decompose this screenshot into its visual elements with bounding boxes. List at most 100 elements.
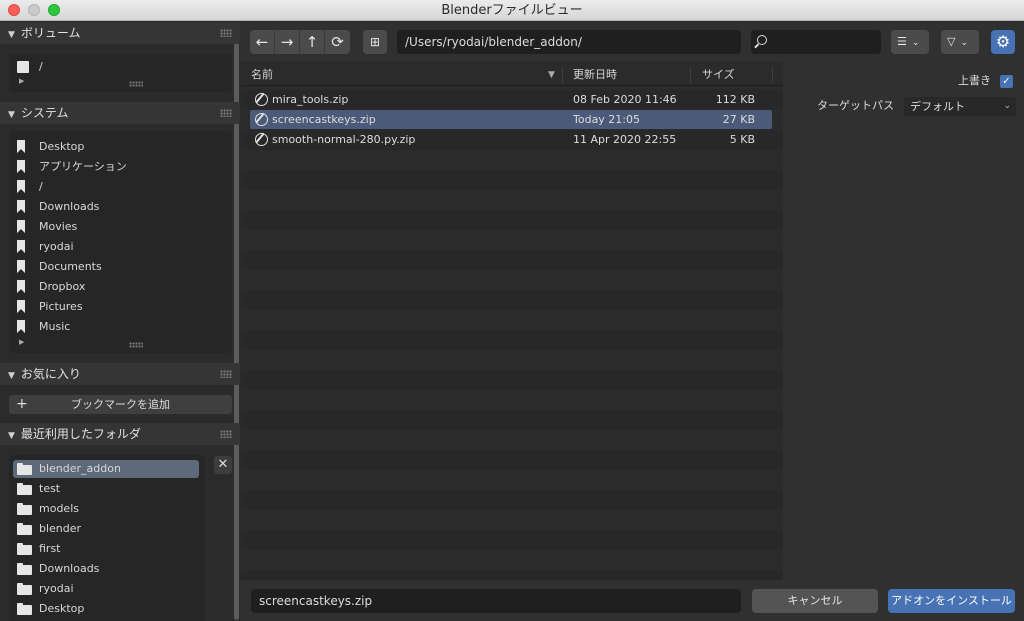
- column-name[interactable]: 名前: [251, 64, 273, 86]
- target-path-dropdown[interactable]: デフォルト ⌄: [904, 97, 1016, 116]
- disk-icon: [17, 61, 29, 73]
- collapse-triangle-icon: ▼: [8, 431, 15, 441]
- sidebar-item-pictures[interactable]: Pictures: [15, 298, 195, 316]
- sidebar-item-music[interactable]: Music: [15, 318, 195, 336]
- folder-icon: [17, 563, 32, 575]
- recent-item-models[interactable]: models: [15, 500, 195, 518]
- file-list-header: 名前 ▼ 更新日時 サイズ: [242, 64, 783, 86]
- recent-item-downloads[interactable]: Downloads: [15, 560, 195, 578]
- recent-item-blender-addon[interactable]: blender_addon: [15, 460, 195, 478]
- file-name: smooth-normal-280.py.zip: [272, 133, 416, 146]
- sidebar-item-root[interactable]: /: [15, 178, 195, 196]
- sort-arrow-icon[interactable]: ▼: [548, 64, 555, 86]
- chevron-down-icon: ⌄: [960, 38, 969, 48]
- new-folder-icon: ⊞: [369, 35, 381, 49]
- collapse-triangle-icon: ▼: [8, 30, 15, 40]
- panel-header-system[interactable]: ▼ システム: [0, 102, 240, 124]
- expand-triangle-icon[interactable]: ▶: [19, 77, 24, 85]
- file-size: 112 KB: [715, 93, 755, 106]
- bookmark-icon: [17, 320, 25, 333]
- add-bookmark-button[interactable]: + ブックマークを追加: [9, 395, 232, 414]
- file-row[interactable]: mira_tools.zip 08 Feb 2020 11:46 112 KB: [250, 90, 772, 109]
- column-divider[interactable]: [690, 67, 691, 83]
- column-size[interactable]: サイズ: [702, 64, 735, 86]
- recent-item-blender[interactable]: blender: [15, 520, 195, 538]
- column-divider[interactable]: [562, 67, 563, 83]
- sidebar-item-applications[interactable]: アプリケーション: [15, 158, 195, 176]
- sidebar-item-movies[interactable]: Movies: [15, 218, 195, 236]
- parent-directory-icon[interactable]: ↑: [300, 30, 325, 54]
- options-panel: [783, 62, 1024, 580]
- folder-icon: [17, 503, 32, 515]
- file-row-selected[interactable]: screencastkeys.zip Today 21:05 27 KB: [250, 110, 772, 129]
- maximize-window-button[interactable]: [48, 4, 60, 16]
- bookmark-icon: [17, 180, 25, 193]
- file-date: 11 Apr 2020 22:55: [573, 133, 677, 146]
- new-folder-button[interactable]: ⊞: [363, 30, 387, 54]
- column-divider[interactable]: [772, 67, 773, 83]
- close-window-button[interactable]: [8, 4, 20, 16]
- panel-header-recent[interactable]: ▼ 最近利用したフォルダ: [0, 423, 240, 445]
- panel-header-volumes[interactable]: ▼ ボリューム: [0, 22, 240, 44]
- file-size: 5 KB: [729, 133, 755, 146]
- drag-grip-icon[interactable]: [220, 109, 232, 117]
- list-view-icon: ☰: [897, 35, 907, 48]
- sidebar-item-label: /: [39, 60, 43, 73]
- folder-icon: [17, 543, 32, 555]
- target-path-value: デフォルト: [910, 100, 965, 113]
- recent-item-first[interactable]: first: [15, 540, 195, 558]
- sidebar-item-label: Downloads: [39, 200, 100, 213]
- file-row[interactable]: smooth-normal-280.py.zip 11 Apr 2020 22:…: [250, 130, 772, 149]
- search-input[interactable]: [751, 30, 881, 54]
- sidebar-item-dropbox[interactable]: Dropbox: [15, 278, 195, 296]
- install-addon-button[interactable]: アドオンをインストール: [888, 589, 1015, 613]
- folder-icon: [17, 583, 32, 595]
- display-mode-dropdown[interactable]: ☰ ⌄: [891, 30, 929, 54]
- recent-item-label: test: [39, 482, 61, 495]
- target-path-label: ターゲットパス: [817, 99, 894, 112]
- chevron-down-icon: ⌄: [1003, 101, 1011, 111]
- refresh-icon[interactable]: ⟳: [325, 30, 350, 54]
- sidebar-item-desktop[interactable]: Desktop: [15, 138, 195, 156]
- resize-dots-icon[interactable]: [129, 81, 143, 87]
- chevron-down-icon: ⌄: [911, 38, 920, 48]
- forward-arrow-icon[interactable]: →: [275, 30, 300, 54]
- search-icon: [757, 35, 767, 45]
- recent-item-ryodai[interactable]: ryodai: [15, 580, 195, 598]
- drag-grip-icon[interactable]: [220, 370, 232, 378]
- drag-grip-icon[interactable]: [220, 29, 232, 37]
- column-date[interactable]: 更新日時: [573, 64, 617, 86]
- minimize-window-button[interactable]: [28, 4, 40, 16]
- bookmark-icon: [17, 220, 25, 233]
- filename-input[interactable]: screencastkeys.zip: [251, 589, 741, 613]
- overwrite-label: 上書き: [958, 74, 991, 87]
- drag-grip-icon[interactable]: [220, 430, 232, 438]
- bookmark-icon: [17, 240, 25, 253]
- back-arrow-icon[interactable]: ←: [250, 30, 275, 54]
- overwrite-checkbox[interactable]: ✓: [1000, 75, 1013, 88]
- recent-item-label: blender: [39, 522, 82, 535]
- cancel-button[interactable]: キャンセル: [752, 589, 878, 613]
- file-date: 08 Feb 2020 11:46: [573, 93, 677, 106]
- filter-dropdown[interactable]: ▽ ⌄: [941, 30, 979, 54]
- sidebar-item-root-volume[interactable]: /: [15, 58, 195, 76]
- recent-item-desktop[interactable]: Desktop: [15, 600, 195, 618]
- recent-item-label: Desktop: [39, 602, 85, 615]
- bookmark-icon: [17, 160, 25, 173]
- clear-recent-button[interactable]: ✕: [214, 456, 232, 474]
- resize-dots-icon[interactable]: [129, 342, 143, 348]
- sidebar-item-ryodai[interactable]: ryodai: [15, 238, 195, 256]
- volumes-list: / ▶: [9, 54, 232, 92]
- sidebar-item-documents[interactable]: Documents: [15, 258, 195, 276]
- expand-triangle-icon[interactable]: ▶: [19, 338, 24, 346]
- navigation-group: ← → ↑ ⟳: [250, 30, 350, 54]
- gear-icon[interactable]: ⚙: [991, 30, 1015, 54]
- recent-item-label: models: [39, 502, 79, 515]
- panel-header-favorites[interactable]: ▼ お気に入り: [0, 363, 240, 385]
- file-name: screencastkeys.zip: [272, 113, 376, 126]
- panel-title: 最近利用したフォルダ: [20, 427, 141, 441]
- sidebar-item-downloads[interactable]: Downloads: [15, 198, 195, 216]
- directory-path-input[interactable]: /Users/ryodai/blender_addon/: [397, 30, 741, 54]
- recent-item-test[interactable]: test: [15, 480, 195, 498]
- bookmark-icon: [17, 300, 25, 313]
